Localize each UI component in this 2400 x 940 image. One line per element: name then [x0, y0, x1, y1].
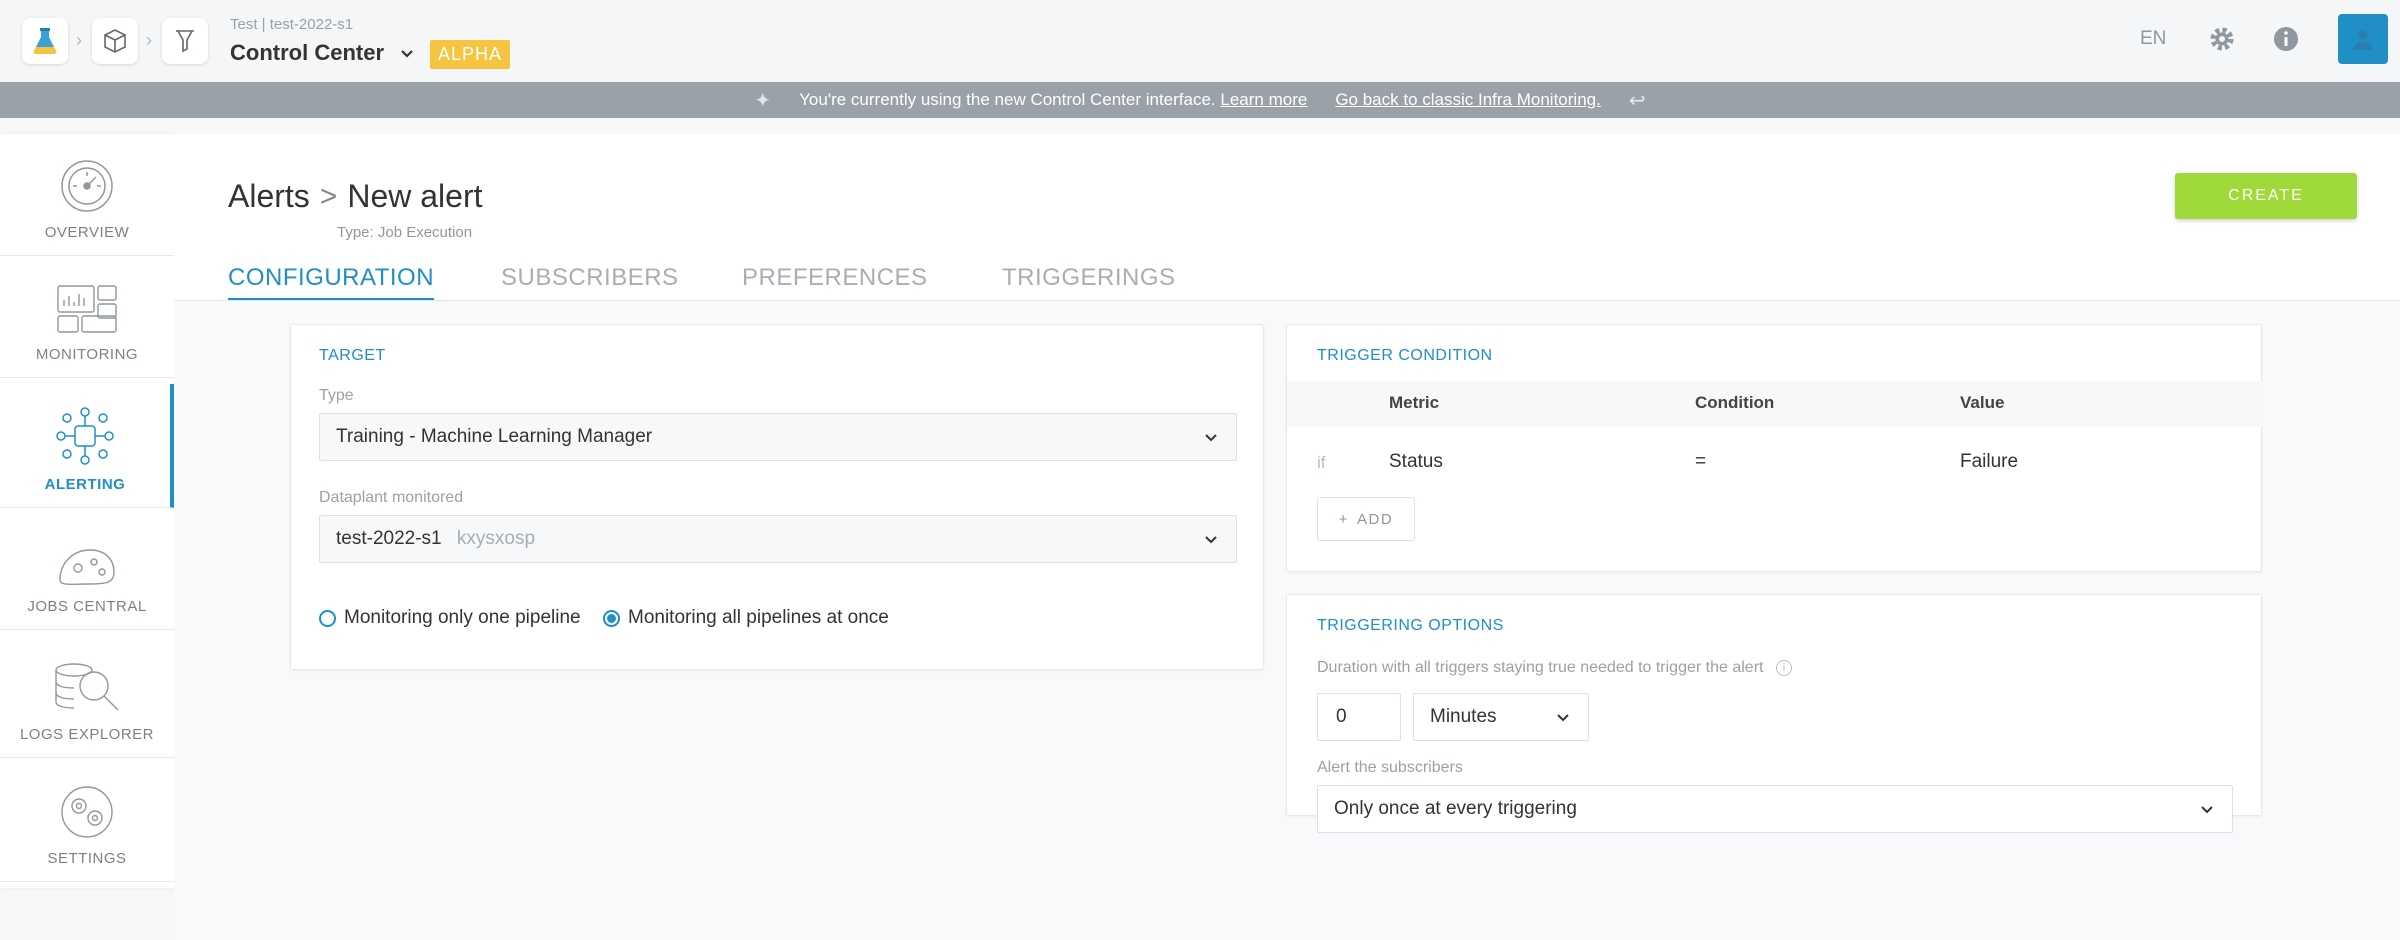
alert-network-icon: [56, 407, 114, 465]
dashboard-icon: [57, 285, 117, 333]
unit-select[interactable]: Minutes: [1413, 693, 1589, 741]
breadcrumb-separator: >: [319, 179, 338, 213]
target-card: TARGET Type Training - Machine Learning …: [290, 324, 1264, 670]
chevron-down-icon: [1205, 434, 1217, 442]
create-button[interactable]: CREATE: [2175, 173, 2357, 219]
col-value: Value: [1960, 393, 2005, 412]
col-condition: Condition: [1695, 393, 1775, 412]
interface-banner: ✦ You're currently using the new Control…: [0, 82, 2400, 118]
sidebar-item-label: JOBS CENTRAL: [27, 598, 147, 615]
radio-all-pipelines[interactable]: Monitoring all pipelines at once: [603, 607, 889, 629]
trigger-table-header: Metric Condition Value: [1287, 381, 2263, 427]
project-subtitle: Test | test-2022-s1: [230, 16, 354, 33]
tab-triggerings[interactable]: TRIGGERINGS: [1002, 264, 1176, 298]
sidebar-item-label: LOGS EXPLORER: [19, 726, 155, 743]
col-metric: Metric: [1389, 393, 1440, 412]
type-value: Training - Machine Learning Manager: [336, 426, 653, 447]
breadcrumb: Alerts > New alert: [228, 178, 482, 215]
sparkle-icon: ✦: [754, 89, 772, 112]
dataplant-id: kxysxosp: [456, 528, 536, 549]
triggering-options-card: TRIGGERING OPTIONS Duration with all tri…: [1286, 594, 2262, 833]
add-label: ADD: [1357, 510, 1394, 528]
app-logo-icon[interactable]: [22, 18, 68, 64]
main-panel: Alerts > New alert Type: Job Execution C…: [174, 134, 2400, 940]
radio-button[interactable]: [319, 609, 336, 627]
alpha-badge: ALPHA: [430, 40, 511, 69]
chevron-right-icon: ›: [146, 30, 152, 50]
breadcrumb-alerts[interactable]: Alerts: [228, 178, 310, 215]
target-title: TARGET: [319, 347, 386, 364]
trigger-condition-card: TRIGGER CONDITION Metric Condition Value…: [1286, 324, 2263, 572]
sidebar-item-label: ALERTING: [44, 476, 126, 493]
sidebar-item-overview[interactable]: OVERVIEW: [0, 134, 174, 256]
gauge-icon: [61, 160, 113, 212]
alert-frequency-select[interactable]: Only once at every triggering: [1317, 785, 2233, 833]
tab-preferences[interactable]: PREFERENCES: [742, 264, 928, 298]
chevron-down-icon: [1557, 714, 1569, 722]
row-if: if: [1317, 453, 1326, 472]
info-icon[interactable]: [2272, 25, 2300, 53]
row-value[interactable]: Failure: [1960, 451, 2018, 473]
learn-more-link[interactable]: Learn more: [1220, 90, 1307, 109]
row-metric[interactable]: Status: [1389, 451, 1443, 473]
sidebar-item-settings[interactable]: SETTINGS: [0, 758, 174, 882]
duration-label-row: Duration with all triggers staying true …: [1317, 659, 1792, 677]
app-switcher[interactable]: Control Center: [230, 40, 416, 66]
sidebar-item-alerting[interactable]: ALERTING: [0, 384, 174, 508]
tab-configuration[interactable]: CONFIGURATION: [228, 264, 435, 301]
radio-label: Monitoring all pipelines at once: [628, 607, 889, 628]
alert-label: Alert the subscribers: [1317, 759, 1463, 776]
logs-search-icon: [55, 663, 119, 711]
banner-text: You're currently using the new Control C…: [799, 90, 1216, 109]
dataplant-label: Dataplant monitored: [319, 489, 464, 506]
radio-label: Monitoring only one pipeline: [344, 607, 581, 628]
top-bar: › › Test | test-2022-s1 Control Center A…: [0, 0, 2400, 82]
options-title: TRIGGERING OPTIONS: [1317, 617, 1504, 634]
sidebar-item-label: MONITORING: [35, 346, 139, 363]
sidebar-item-label: SETTINGS: [47, 850, 127, 867]
alert-type: Type: Job Execution: [337, 224, 473, 241]
chevron-down-icon: [401, 50, 413, 58]
settings-icon: [61, 786, 113, 838]
gear-icon[interactable]: [2207, 24, 2237, 54]
dataplant-value: test-2022-s1: [336, 528, 442, 549]
plus-icon: +: [1338, 510, 1350, 528]
language-selector[interactable]: EN: [2140, 28, 2166, 50]
app-title: Control Center: [230, 40, 384, 65]
sidebar-item-jobs-central[interactable]: JOBS CENTRAL: [0, 508, 174, 630]
go-back-link[interactable]: Go back to classic Infra Monitoring.: [1335, 90, 1601, 110]
info-icon[interactable]: i: [1775, 659, 1792, 676]
type-label: Type: [319, 387, 354, 404]
sidebar-item-label: OVERVIEW: [44, 224, 130, 241]
duration-input[interactable]: 0: [1317, 693, 1401, 741]
add-condition-button[interactable]: + ADD: [1317, 497, 1415, 541]
type-select[interactable]: Training - Machine Learning Manager: [319, 413, 1237, 461]
jobs-icon: [59, 549, 115, 586]
cube-icon[interactable]: [92, 18, 138, 64]
funnel-icon[interactable]: [162, 18, 208, 64]
chevron-down-icon: [1205, 536, 1217, 544]
alert-value: Only once at every triggering: [1334, 798, 1577, 819]
radio-one-pipeline[interactable]: Monitoring only one pipeline: [319, 607, 581, 629]
sparkle-arrow-icon: ↩: [1628, 89, 1646, 112]
tab-subscribers[interactable]: SUBSCRIBERS: [501, 264, 679, 298]
radio-button-checked[interactable]: [603, 609, 620, 627]
chevron-down-icon: [2201, 806, 2213, 814]
user-avatar-button[interactable]: [2338, 14, 2388, 64]
trigger-title: TRIGGER CONDITION: [1317, 347, 1493, 364]
row-condition[interactable]: =: [1695, 451, 1706, 473]
duration-label: Duration with all triggers staying true …: [1317, 659, 1764, 676]
user-icon: [2353, 30, 2373, 50]
chevron-right-icon: ›: [76, 30, 82, 50]
dataplant-select[interactable]: test-2022-s1 kxysxosp: [319, 515, 1237, 563]
page-title: New alert: [347, 178, 483, 214]
sidebar-item-monitoring[interactable]: MONITORING: [0, 256, 174, 378]
sidebar: OVERVIEW MONITORING ALERTING JOBS CENTRA…: [0, 134, 174, 888]
sidebar-item-logs-explorer[interactable]: LOGS EXPLORER: [0, 630, 174, 758]
unit-value: Minutes: [1430, 706, 1497, 727]
